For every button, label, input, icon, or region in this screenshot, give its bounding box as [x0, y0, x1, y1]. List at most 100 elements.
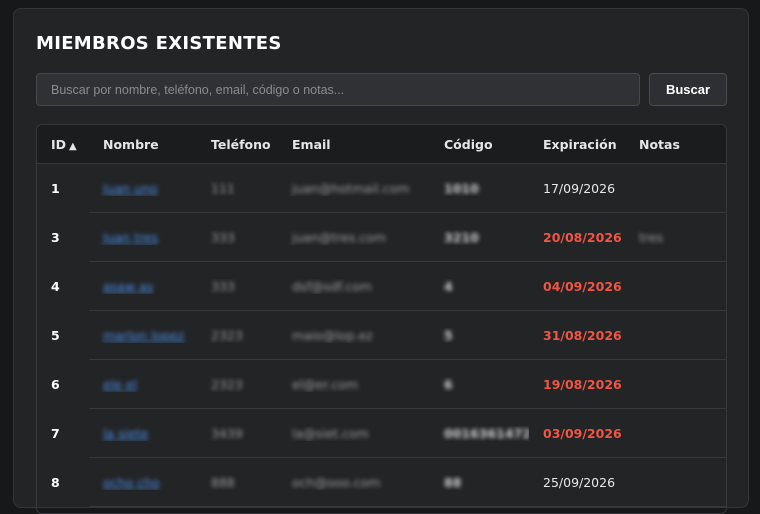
- column-header-notas[interactable]: Notas: [625, 125, 726, 164]
- cell-notas: [625, 408, 726, 458]
- cell-email: maio@lop.ez: [278, 310, 430, 360]
- member-name-link[interactable]: Juan uno: [103, 181, 158, 196]
- member-expiration: 19/08/2026: [543, 376, 622, 392]
- table-header-row: ID ▲ Nombre Teléfono Email Código Expirac…: [37, 125, 726, 164]
- column-header-telefono[interactable]: Teléfono: [197, 125, 278, 164]
- column-header-notas-label: Notas: [639, 136, 680, 152]
- member-code: 5: [444, 327, 453, 343]
- column-header-nombre-label: Nombre: [103, 136, 159, 152]
- member-id: 5: [51, 327, 60, 343]
- search-button[interactable]: Buscar: [649, 73, 727, 106]
- member-expiration: 17/09/2026: [543, 180, 616, 196]
- column-header-codigo[interactable]: Código: [430, 125, 529, 164]
- column-header-id[interactable]: ID ▲: [37, 125, 89, 164]
- member-name-link[interactable]: asaw as: [103, 279, 153, 294]
- member-name-link[interactable]: la siete: [103, 426, 148, 441]
- cell-id: 6: [37, 360, 89, 409]
- column-header-id-label: ID: [51, 136, 67, 152]
- cell-notas: [625, 359, 726, 409]
- cell-nombre: ocho cho: [89, 457, 197, 507]
- member-phone: 2323: [211, 327, 243, 343]
- member-phone: 333: [211, 278, 235, 294]
- cell-codigo: 4: [430, 261, 529, 311]
- member-email: el@er.com: [292, 376, 359, 392]
- member-expiration: 04/09/2026: [543, 278, 622, 294]
- table-row: 1 Juan uno 111 juan@hotmail.com 1010 17/09/20…: [37, 163, 726, 213]
- cell-email: el@er.com: [278, 359, 430, 409]
- member-id: 4: [51, 278, 60, 294]
- cell-nombre: Juan tres: [89, 212, 197, 262]
- cell-telefono: 888: [197, 457, 278, 507]
- cell-codigo: 88: [430, 457, 529, 507]
- cell-codigo: 0016361472: [430, 408, 529, 458]
- cell-expiracion: 19/08/2026: [529, 359, 625, 409]
- member-email: maio@lop.ez: [292, 327, 373, 343]
- member-code: 3210: [444, 229, 479, 245]
- member-code: 1010: [444, 180, 479, 196]
- members-table-body: 1 Juan uno 111 juan@hotmail.com 1010 17/09/20…: [37, 163, 726, 507]
- member-id: 7: [51, 425, 60, 441]
- column-header-codigo-label: Código: [444, 136, 493, 152]
- member-name-link[interactable]: Juan tres: [103, 230, 158, 245]
- cell-email: la@siet.com: [278, 408, 430, 458]
- member-email: la@siet.com: [292, 425, 369, 441]
- member-phone: 3439: [211, 425, 243, 441]
- member-code: 88: [444, 474, 462, 490]
- member-phone: 333: [211, 229, 235, 245]
- member-name-link[interactable]: ocho cho: [103, 475, 160, 490]
- cell-expiracion: 17/09/2026: [529, 163, 625, 213]
- member-expiration: 03/09/2026: [543, 425, 622, 441]
- cell-telefono: 333: [197, 212, 278, 262]
- cell-id: 7: [37, 409, 89, 458]
- member-id: 3: [51, 229, 60, 245]
- cell-nombre: marlon lopez: [89, 310, 197, 360]
- column-header-telefono-label: Teléfono: [211, 136, 271, 152]
- member-phone: 111: [211, 180, 235, 196]
- member-email: juan@hotmail.com: [292, 180, 410, 196]
- cell-email: juan@hotmail.com: [278, 163, 430, 213]
- cell-nombre: ele el: [89, 359, 197, 409]
- member-id: 8: [51, 474, 60, 490]
- cell-expiracion: 31/08/2026: [529, 310, 625, 360]
- table-row: 6 ele el 2323 el@er.com 6 19/08/2026: [37, 359, 726, 409]
- column-header-nombre[interactable]: Nombre: [89, 125, 197, 164]
- members-table: ID ▲ Nombre Teléfono Email Código Expirac…: [37, 125, 726, 507]
- table-row: 4 asaw as 333 dsf@sdf.com 4 04/09/2026: [37, 261, 726, 311]
- member-id: 6: [51, 376, 60, 392]
- member-code: 0016361472: [444, 425, 529, 441]
- cell-nombre: la siete: [89, 408, 197, 458]
- cell-id: 4: [37, 262, 89, 311]
- member-expiration: 20/08/2026: [543, 229, 622, 245]
- table-row: 8 ocho cho 888 och@ooo.com 88 25/09/2026: [37, 457, 726, 507]
- cell-expiracion: 25/09/2026: [529, 457, 625, 507]
- member-code: 6: [444, 376, 453, 392]
- member-name-link[interactable]: marlon lopez: [103, 328, 184, 343]
- cell-codigo: 1010: [430, 163, 529, 213]
- member-expiration: 25/09/2026: [543, 474, 616, 490]
- column-header-email[interactable]: Email: [278, 125, 430, 164]
- member-email: och@ooo.com: [292, 474, 381, 490]
- cell-id: 3: [37, 213, 89, 262]
- cell-codigo: 5: [430, 310, 529, 360]
- table-row: 3 Juan tres 333 juan@tres.com 3210 20/08/2026…: [37, 212, 726, 262]
- cell-notas: [625, 261, 726, 311]
- cell-telefono: 2323: [197, 310, 278, 360]
- member-name-link[interactable]: ele el: [103, 377, 137, 392]
- cell-telefono: 2323: [197, 359, 278, 409]
- cell-expiracion: 04/09/2026: [529, 261, 625, 311]
- cell-telefono: 333: [197, 261, 278, 311]
- member-email: juan@tres.com: [292, 229, 387, 245]
- member-code: 4: [444, 278, 453, 294]
- cell-email: och@ooo.com: [278, 457, 430, 507]
- table-row: 7 la siete 3439 la@siet.com 0016361472 03/09/…: [37, 408, 726, 458]
- cell-expiracion: 20/08/2026: [529, 212, 625, 262]
- column-header-email-label: Email: [292, 136, 331, 152]
- column-header-expiracion[interactable]: Expiración: [529, 125, 625, 164]
- search-input[interactable]: [36, 73, 640, 106]
- cell-notas: [625, 163, 726, 213]
- member-phone: 888: [211, 474, 235, 490]
- cell-id: 8: [37, 458, 89, 507]
- page-title: MIEMBROS EXISTENTES: [36, 33, 282, 54]
- cell-telefono: 111: [197, 163, 278, 213]
- table-row: 5 marlon lopez 2323 maio@lop.ez 5 31/08/2026: [37, 310, 726, 360]
